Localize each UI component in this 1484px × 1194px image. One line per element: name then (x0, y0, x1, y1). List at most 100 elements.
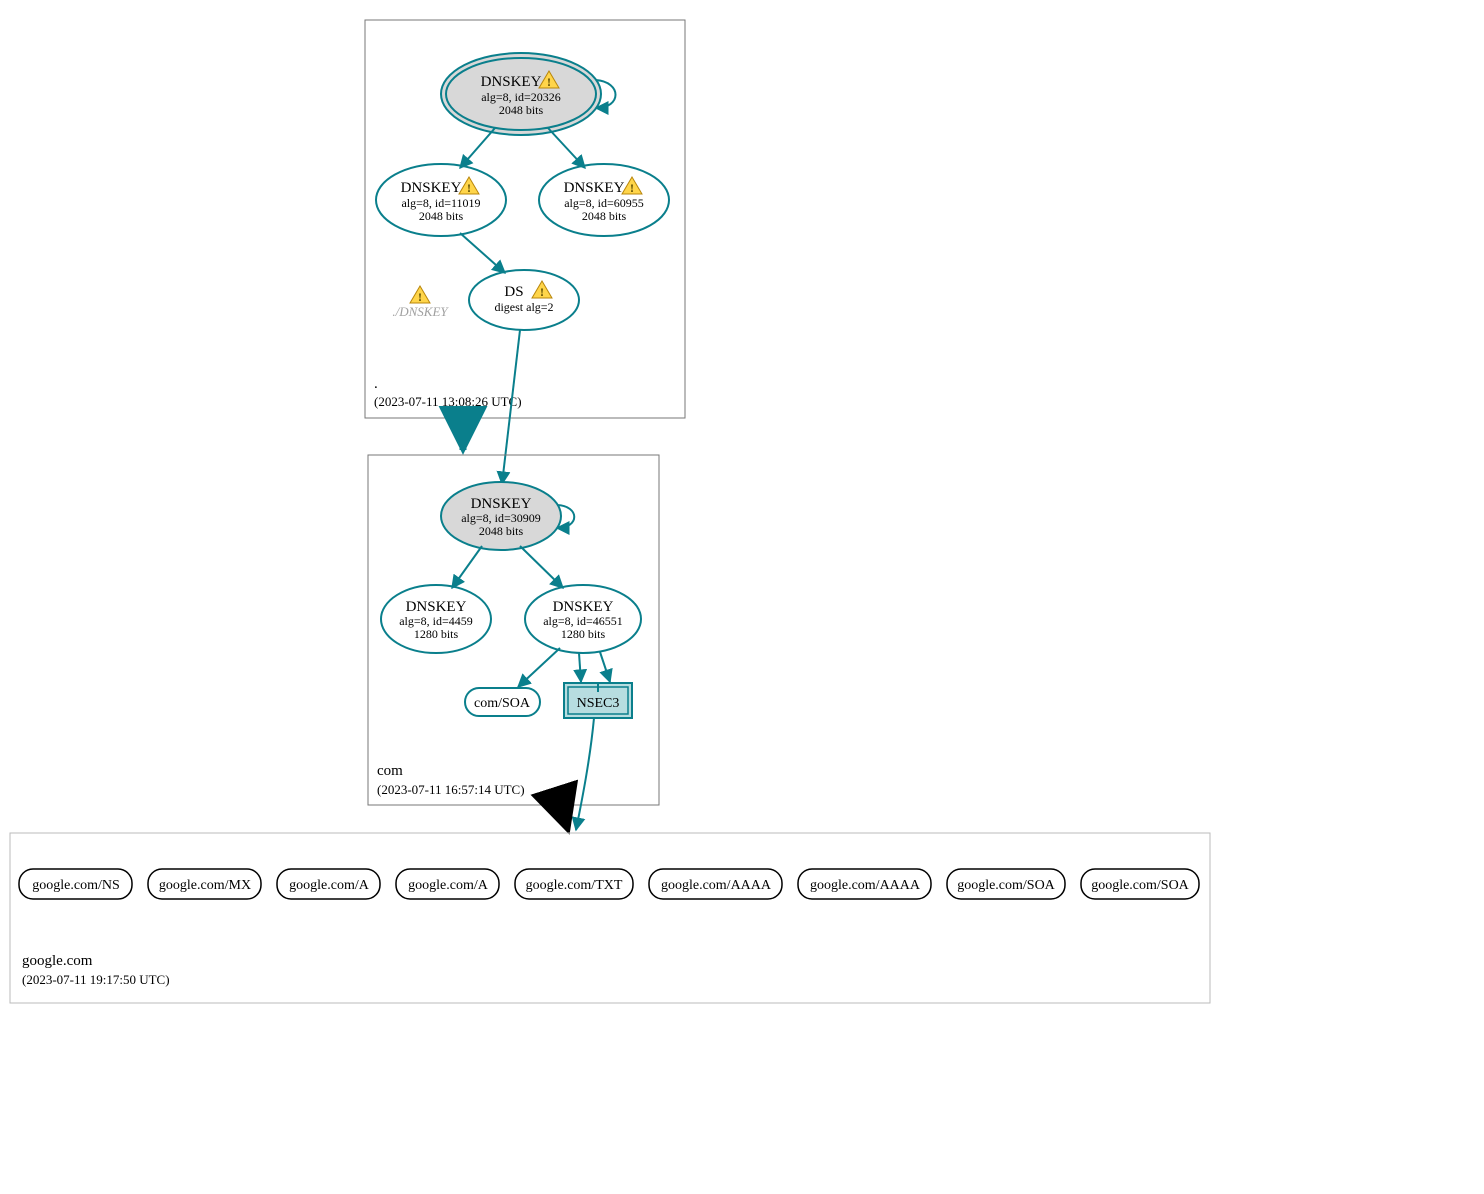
root-zsk2-line2: alg=8, id=60955 (564, 196, 644, 210)
svg-text:NSEC3: NSEC3 (577, 696, 620, 711)
root-ds-line2: digest alg=2 (494, 300, 553, 314)
svg-text:digest alg=2: digest alg=2 (494, 300, 553, 314)
root-zsk2-line3: 2048 bits (582, 209, 627, 223)
leaf-6-title: google.com/AAAA (810, 878, 921, 893)
node-com-zsk1: DNSKEY alg=8, id=4459 1280 bits (381, 585, 491, 653)
node-root-ds: DS digest alg=2 (469, 270, 579, 330)
node-root-ksk: DNSKEY alg=8, id=20326 2048 bits (441, 53, 601, 135)
node-root-zsk1: DNSKEY alg=8, id=11019 2048 bits (376, 164, 506, 236)
svg-text:2048 bits: 2048 bits (499, 103, 544, 117)
leaf-3-title: google.com/A (408, 878, 489, 893)
zone-root-timestamp: (2023-07-11 13:08:26 UTC) (374, 394, 522, 409)
edge-ksk-zsk2 (548, 128, 585, 168)
leaf-5-title: google.com/AAAA (661, 878, 772, 893)
svg-text:google.com/MX: google.com/MX (159, 878, 251, 893)
svg-text:google.com/NS: google.com/NS (32, 878, 120, 893)
node-com-ksk: DNSKEY alg=8, id=30909 2048 bits (441, 482, 561, 550)
leaf-0-title: google.com/NS (32, 878, 120, 893)
zone-com-label: com (377, 763, 403, 779)
svg-text:alg=8, id=30909: alg=8, id=30909 (461, 511, 541, 525)
root-dnskey-ghost-title: ./DNSKEY (392, 304, 449, 319)
com-zsk2-line2: alg=8, id=46551 (543, 614, 623, 628)
edge-nsec3-google-teal (576, 718, 594, 830)
svg-text:2048 bits: 2048 bits (419, 209, 464, 223)
root-zsk1-line2: alg=8, id=11019 (401, 196, 480, 210)
leaf-2-title: google.com/A (289, 878, 370, 893)
root-ksk-line3: 2048 bits (499, 103, 544, 117)
edge-zsk2-nsec3-a (579, 653, 581, 682)
zone-root-label: . (374, 376, 378, 392)
svg-text:DNSKEY: DNSKEY (401, 180, 462, 196)
svg-text:DS: DS (504, 284, 523, 300)
svg-text:1280 bits: 1280 bits (561, 627, 606, 641)
node-com-zsk2: DNSKEY alg=8, id=46551 1280 bits (525, 585, 641, 653)
com-ksk-title: DNSKEY (471, 496, 532, 512)
leaf-google-aaaa-1: google.com/AAAA (649, 869, 782, 899)
root-zsk1-line3: 2048 bits (419, 209, 464, 223)
svg-text:google.com/A: google.com/A (408, 878, 489, 893)
zone-com-timestamp: (2023-07-11 16:57:14 UTC) (377, 782, 525, 797)
edge-zsk2-soa (518, 648, 560, 687)
leaf-4-title: google.com/TXT (526, 878, 623, 893)
zone-com: DNSKEY alg=8, id=30909 2048 bits DNSKEY … (368, 455, 659, 805)
com-zsk2-title: DNSKEY (553, 599, 614, 615)
leaf-google-soa-2: google.com/SOA (1081, 869, 1199, 899)
leaf-google-a-2: google.com/A (396, 869, 499, 899)
svg-text:alg=8, id=4459: alg=8, id=4459 (399, 614, 473, 628)
svg-text:alg=8, id=46551: alg=8, id=46551 (543, 614, 623, 628)
svg-text:DNSKEY: DNSKEY (406, 599, 467, 615)
root-ksk-title: DNSKEY (481, 74, 542, 90)
svg-text:alg=8, id=11019: alg=8, id=11019 (401, 196, 480, 210)
com-ksk-line2: alg=8, id=30909 (461, 511, 541, 525)
edge-nsec3-google-black (560, 805, 568, 830)
node-com-soa: com/SOA (465, 688, 540, 716)
leaf-google-soa-1: google.com/SOA (947, 869, 1065, 899)
svg-text:google.com/AAAA: google.com/AAAA (661, 878, 772, 893)
com-zsk1-line3: 1280 bits (414, 627, 459, 641)
edge-zsk1-ds (460, 233, 505, 273)
zone-google-label: google.com (22, 953, 93, 969)
warning-icon (410, 286, 430, 304)
com-zsk1-title: DNSKEY (406, 599, 467, 615)
svg-text:1280 bits: 1280 bits (414, 627, 459, 641)
leaf-google-aaaa-2: google.com/AAAA (798, 869, 931, 899)
svg-text:DNSKEY: DNSKEY (481, 74, 542, 90)
node-com-nsec3: NSEC3 (564, 683, 632, 718)
leaf-google-ns: google.com/NS (19, 869, 132, 899)
zone-google: google.com/NS google.com/MX google.com/A… (10, 833, 1210, 1003)
svg-text:DNSKEY: DNSKEY (564, 180, 625, 196)
leaf-google-txt: google.com/TXT (515, 869, 633, 899)
node-root-zsk2: DNSKEY alg=8, id=60955 2048 bits (539, 164, 669, 236)
edge-comksk-zsk1 (452, 546, 482, 588)
svg-text:DNSKEY: DNSKEY (471, 496, 532, 512)
svg-text:google.com/A: google.com/A (289, 878, 370, 893)
zone-google-timestamp: (2023-07-11 19:17:50 UTC) (22, 972, 170, 987)
edge-comksk-zsk2 (520, 546, 563, 588)
com-ksk-line3: 2048 bits (479, 524, 524, 538)
leaf-1-title: google.com/MX (159, 878, 251, 893)
svg-text:google.com/SOA: google.com/SOA (1091, 878, 1189, 893)
svg-text:alg=8, id=20326: alg=8, id=20326 (481, 90, 561, 104)
com-zsk2-line3: 1280 bits (561, 627, 606, 641)
edge-ksk-zsk1 (460, 128, 495, 168)
root-zsk2-title: DNSKEY (564, 180, 625, 196)
root-ds-title: DS (504, 284, 523, 300)
leaf-7-title: google.com/SOA (957, 878, 1055, 893)
svg-text:com/SOA: com/SOA (474, 696, 531, 711)
svg-text:DNSKEY: DNSKEY (553, 599, 614, 615)
root-zsk1-title: DNSKEY (401, 180, 462, 196)
svg-text:alg=8, id=60955: alg=8, id=60955 (564, 196, 644, 210)
root-ksk-line2: alg=8, id=20326 (481, 90, 561, 104)
svg-text:google.com/AAAA: google.com/AAAA (810, 878, 921, 893)
node-root-dnskey-ghost: ./DNSKEY (392, 286, 449, 319)
svg-text:2048 bits: 2048 bits (479, 524, 524, 538)
zone-root: DNSKEY alg=8, id=20326 2048 bits DNSKEY … (365, 20, 685, 418)
svg-text:./DNSKEY: ./DNSKEY (392, 304, 449, 319)
svg-text:google.com/SOA: google.com/SOA (957, 878, 1055, 893)
leaf-google-mx: google.com/MX (148, 869, 261, 899)
edge-zsk2-nsec3-b (600, 652, 610, 682)
com-nsec3-title: NSEC3 (577, 696, 620, 711)
leaf-google-a-1: google.com/A (277, 869, 380, 899)
com-soa-title: com/SOA (474, 696, 531, 711)
svg-text:google.com/TXT: google.com/TXT (526, 878, 623, 893)
